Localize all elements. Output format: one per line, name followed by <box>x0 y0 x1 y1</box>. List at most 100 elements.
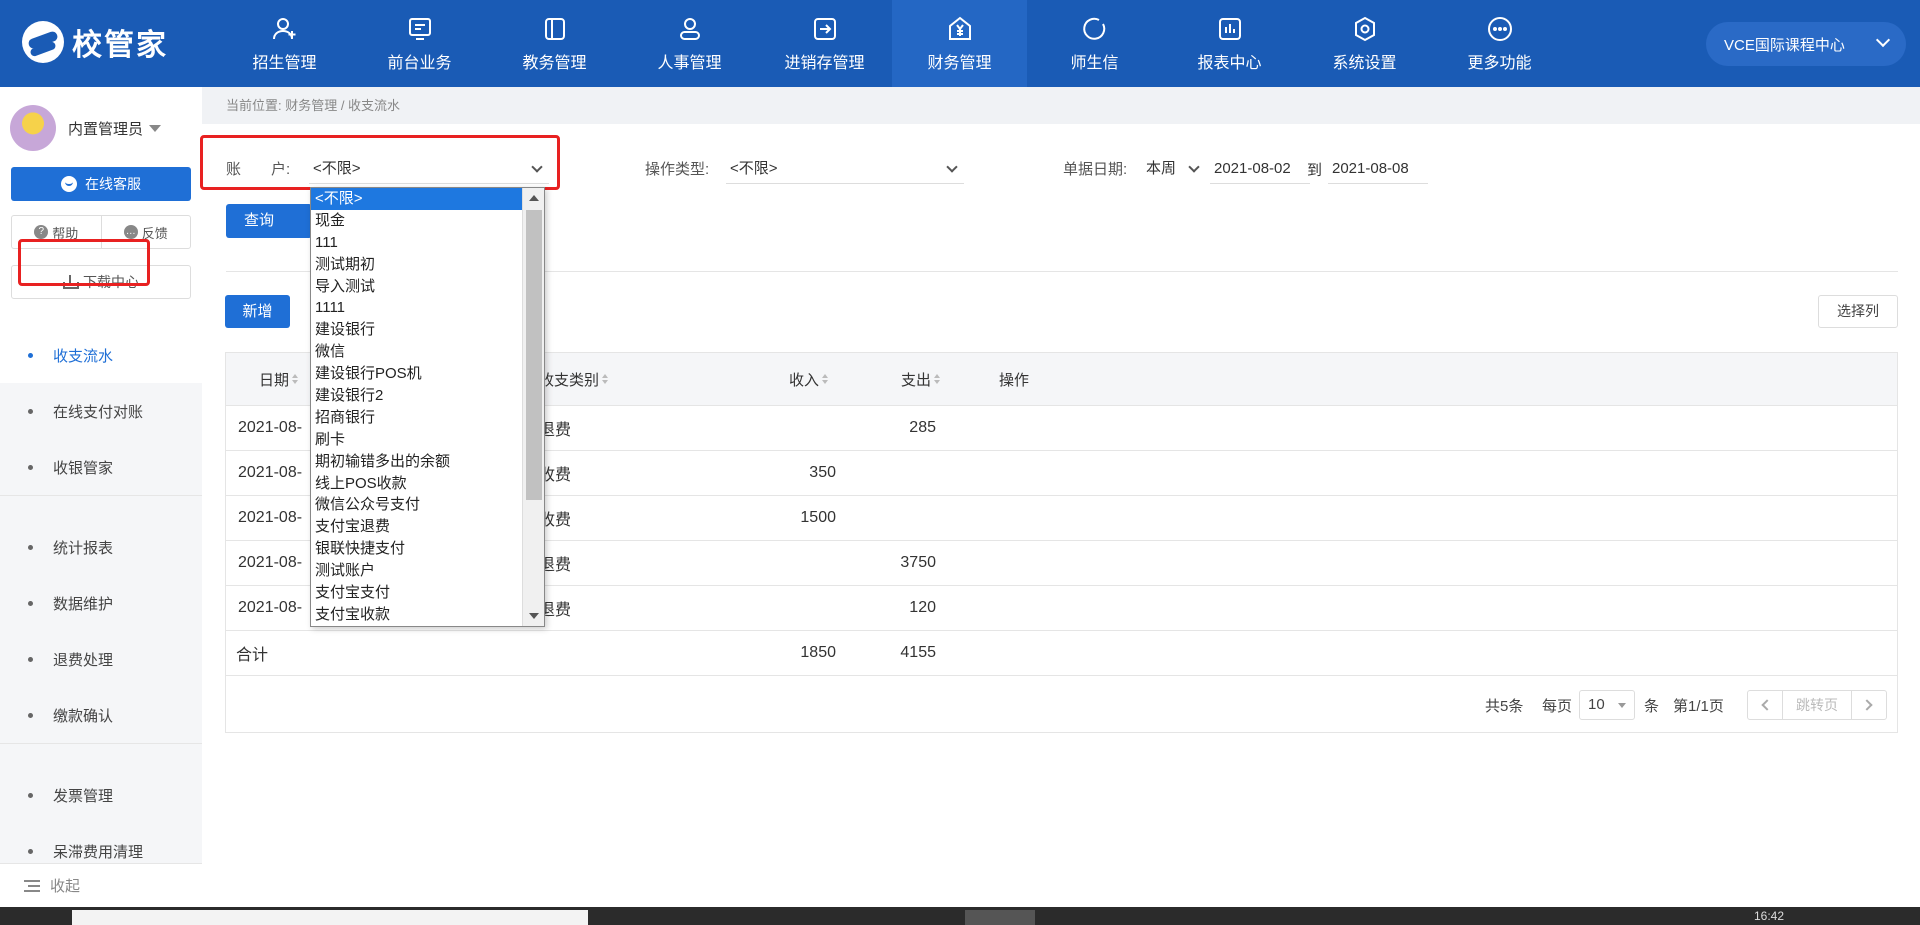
scroll-up-icon[interactable] <box>529 195 539 201</box>
jump-page-input[interactable]: 跳转页 <box>1782 691 1852 719</box>
dropdown-option[interactable]: 现金 <box>311 210 522 232</box>
sidebar-menu: 收支流水 在线支付对账 收银管家 统计报表 数据维护 退费处理 缴款确认 发票管… <box>0 327 202 879</box>
dropdown-option[interactable]: 1111 <box>311 297 522 319</box>
sidebar-item-data-maintenance[interactable]: 数据维护 <box>0 575 202 631</box>
col-date[interactable]: 日期 <box>259 353 299 405</box>
sidebar-item-payment-confirm[interactable]: 缴款确认 <box>0 687 202 743</box>
page-size-select[interactable]: 10 <box>1579 690 1635 720</box>
date-to-input[interactable]: 2021-08-08 <box>1328 154 1428 184</box>
dropdown-option[interactable]: 建设银行 <box>311 319 522 341</box>
logo-icon <box>22 21 64 63</box>
dropdown-option[interactable]: 银联快捷支付 <box>311 538 522 560</box>
sidebar-item-statistics[interactable]: 统计报表 <box>0 519 202 575</box>
settings-icon <box>1351 15 1379 43</box>
add-button[interactable]: 新增 <box>225 295 290 328</box>
chat-icon <box>1081 15 1109 43</box>
dropdown-option[interactable]: 建设银行POS机 <box>311 363 522 385</box>
dropdown-option[interactable]: 建设银行2 <box>311 385 522 407</box>
dropdown-option[interactable]: 测试账户 <box>311 560 522 582</box>
dropdown-option[interactable]: 支付宝退费 <box>311 516 522 538</box>
chevron-down-icon <box>1188 161 1200 173</box>
col-category[interactable]: 收支类别 <box>539 353 609 405</box>
taskbar-window[interactable] <box>72 910 588 925</box>
nav-label: 招生管理 <box>252 54 317 72</box>
nav-front-desk[interactable]: 前台业务 <box>352 0 487 87</box>
nav-academic[interactable]: 教务管理 <box>487 0 622 87</box>
date-from-value: 2021-08-02 <box>1214 160 1291 177</box>
query-button[interactable]: 查询 <box>226 204 312 238</box>
dropdown-option[interactable]: 招商银行 <box>311 407 522 429</box>
nav-reports[interactable]: 报表中心 <box>1162 0 1297 87</box>
date-range-value: 本周 <box>1146 160 1177 177</box>
user-profile[interactable]: 内置管理员 <box>10 105 162 151</box>
nav-more[interactable]: 更多功能 <box>1432 0 1567 87</box>
bullet-icon <box>28 792 33 798</box>
dropdown-option[interactable]: 导入测试 <box>311 276 522 298</box>
col-income[interactable]: 收入 <box>789 353 829 405</box>
account-select[interactable]: <不限> <box>309 154 549 184</box>
nav-settings[interactable]: 系统设置 <box>1297 0 1432 87</box>
dropdown-option[interactable]: 微信公众号支付 <box>311 494 522 516</box>
col-expense[interactable]: 支出 <box>901 353 941 405</box>
dropdown-option[interactable]: 111 <box>311 232 522 254</box>
cell-date: 2021-08- <box>238 419 303 436</box>
total-income: 1850 <box>800 644 836 661</box>
scrollbar-thumb[interactable] <box>526 210 542 500</box>
cell-income <box>726 586 836 630</box>
sidebar-item-income-expense[interactable]: 收支流水 <box>0 327 202 383</box>
cell-expense: 3750 <box>900 554 936 571</box>
sidebar-item-cashier[interactable]: 收银管家 <box>0 439 202 495</box>
breadcrumb: 当前位置: 财务管理 / 收支流水 <box>202 87 1920 124</box>
sort-icon <box>934 374 941 384</box>
money-bag-icon <box>946 15 974 43</box>
feedback-button[interactable]: … 反馈 <box>100 216 191 248</box>
date-from-input[interactable]: 2021-08-02 <box>1210 154 1310 184</box>
taskbar-app[interactable] <box>965 910 1035 925</box>
download-label: 下载中心 <box>83 274 139 290</box>
cell-income <box>726 406 836 450</box>
book-icon <box>541 15 569 43</box>
nav-messaging[interactable]: 师生信 <box>1027 0 1162 87</box>
dropdown-option[interactable]: 支付宝支付 <box>311 582 522 604</box>
account-dropdown-list[interactable]: <不限> 现金 111 测试期初 导入测试 1111 建设银行 微信 建设银行POS机 建设银行2… <box>310 187 545 627</box>
sidebar-item-label: 收支流水 <box>53 347 114 365</box>
op-type-select[interactable]: <不限> <box>726 154 964 184</box>
comment-icon: … <box>123 225 138 239</box>
main-nav: 招生管理 前台业务 教务管理 人事管理 进销存管理 财务管理 师生信 报表中心 <box>217 0 1567 87</box>
sidebar-item-invoice[interactable]: 发票管理 <box>0 767 202 823</box>
dropdown-option[interactable]: 测试期初 <box>311 254 522 276</box>
dropdown-option[interactable]: 期初输错多出的余额 <box>311 451 522 473</box>
dropdown-option[interactable]: 支付宝收款 <box>311 604 522 626</box>
dropdown-scrollbar[interactable] <box>522 188 544 626</box>
next-page-button[interactable] <box>1852 691 1886 719</box>
sidebar-item-payment-reconcile[interactable]: 在线支付对账 <box>0 383 202 439</box>
prev-page-button[interactable] <box>1748 691 1782 719</box>
sidebar-divider <box>0 743 202 767</box>
date-range-select[interactable]: 本周 <box>1142 154 1206 184</box>
collapse-sidebar-button[interactable]: 收起 <box>0 863 202 907</box>
cell-income: 1500 <box>800 509 836 526</box>
app-logo[interactable]: 校管家 <box>22 21 168 63</box>
online-service-button[interactable]: 在线客服 <box>11 167 191 201</box>
help-button[interactable]: ? 帮助 <box>12 216 101 248</box>
campus-selector[interactable]: VCE国际课程中心 <box>1706 22 1906 66</box>
scroll-down-icon[interactable] <box>529 613 539 619</box>
sidebar-item-label: 数据维护 <box>53 595 114 613</box>
download-icon <box>63 275 79 289</box>
nav-hr[interactable]: 人事管理 <box>622 0 757 87</box>
select-columns-button[interactable]: 选择列 <box>1818 295 1898 328</box>
col-income-label: 收入 <box>789 371 820 389</box>
dropdown-option[interactable]: 微信 <box>311 341 522 363</box>
cell-expense: 120 <box>909 599 936 616</box>
dropdown-option[interactable]: 刷卡 <box>311 429 522 451</box>
nav-inventory[interactable]: 进销存管理 <box>757 0 892 87</box>
dropdown-option[interactable]: <不限> <box>311 188 522 210</box>
dropdown-option[interactable]: 线上POS收款 <box>311 473 522 495</box>
nav-finance[interactable]: 财务管理 <box>892 0 1027 87</box>
sidebar-item-refund[interactable]: 退费处理 <box>0 631 202 687</box>
nav-enrollment[interactable]: 招生管理 <box>217 0 352 87</box>
download-center-button[interactable]: 下载中心 <box>11 265 191 299</box>
collapse-label: 收起 <box>50 878 81 895</box>
person-icon <box>676 15 704 43</box>
nav-label: 人事管理 <box>657 54 722 72</box>
